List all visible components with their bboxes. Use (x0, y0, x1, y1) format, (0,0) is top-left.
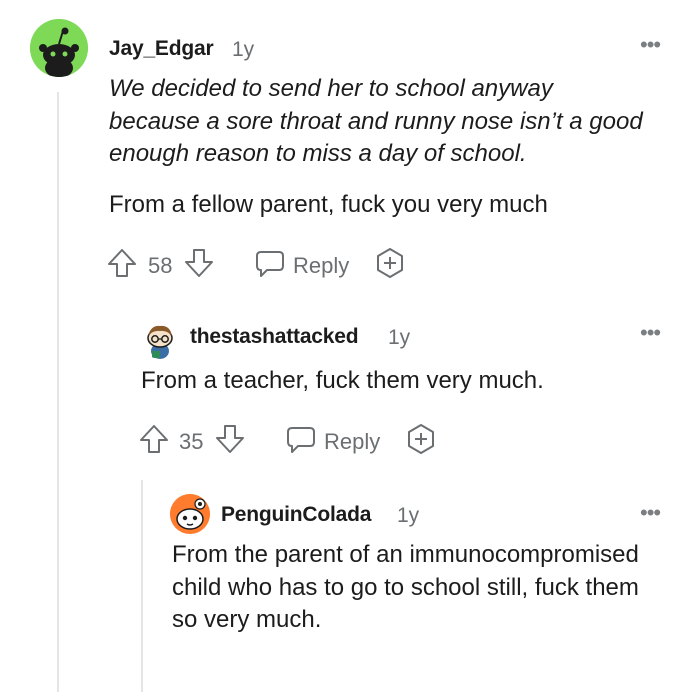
speech-bubble-icon (287, 427, 315, 453)
award-button[interactable] (373, 246, 407, 280)
upvote-button[interactable] (105, 246, 139, 280)
comment-age: 1y (232, 38, 255, 61)
comment-age: 1y (397, 504, 420, 527)
more-options-icon[interactable]: ••• (640, 322, 661, 344)
reply-label: Reply (324, 429, 381, 454)
comment-text: From the parent of an immunocompromised … (172, 541, 639, 633)
vote-count: 58 (148, 253, 173, 278)
speech-bubble-icon (256, 251, 284, 277)
snoo-avatar-icon (147, 325, 173, 359)
downvote-arrow-icon (185, 249, 213, 277)
snoo-avatar-icon (170, 494, 210, 534)
more-options-icon[interactable]: ••• (640, 34, 661, 56)
vote-count: 35 (179, 429, 204, 454)
reply-button[interactable]: Reply (284, 422, 384, 456)
comment-thestashattacked: thestashattacked 1y ••• From a teacher, … (0, 300, 700, 470)
reply-button[interactable]: Reply (253, 246, 353, 280)
comment-username[interactable]: PenguinColada (221, 503, 371, 527)
downvote-arrow-icon (216, 425, 244, 453)
award-plus-icon (408, 424, 434, 454)
upvote-arrow-icon (108, 249, 136, 277)
avatar[interactable] (141, 321, 179, 359)
quoted-text: We decided to send her to school anyway … (109, 75, 643, 167)
comment-age: 1y (388, 326, 411, 349)
comment-jay-edgar: Jay_Edgar 1y ••• We decided to send her … (0, 0, 700, 300)
downvote-button[interactable] (213, 422, 247, 456)
reply-label: Reply (293, 253, 350, 278)
award-plus-icon (377, 248, 403, 278)
comment-actions: 35 Reply (137, 422, 457, 456)
comment-username[interactable]: thestashattacked (190, 325, 359, 349)
downvote-button[interactable] (182, 246, 216, 280)
comment-penguincolada: PenguinColada 1y ••• From the parent of … (0, 480, 700, 692)
upvote-arrow-icon (140, 425, 168, 453)
comment-actions: 58 Reply (105, 246, 425, 280)
comment-username[interactable]: Jay_Edgar (109, 37, 214, 61)
avatar[interactable] (30, 19, 88, 77)
award-button[interactable] (404, 422, 438, 456)
comment-text: From a teacher, fuck them very much. (141, 367, 544, 394)
upvote-button[interactable] (137, 422, 171, 456)
comment-text: From a fellow parent, fuck you very much (109, 191, 548, 218)
snoo-avatar-icon (30, 19, 88, 77)
avatar[interactable] (170, 494, 210, 534)
more-options-icon[interactable]: ••• (640, 502, 661, 524)
